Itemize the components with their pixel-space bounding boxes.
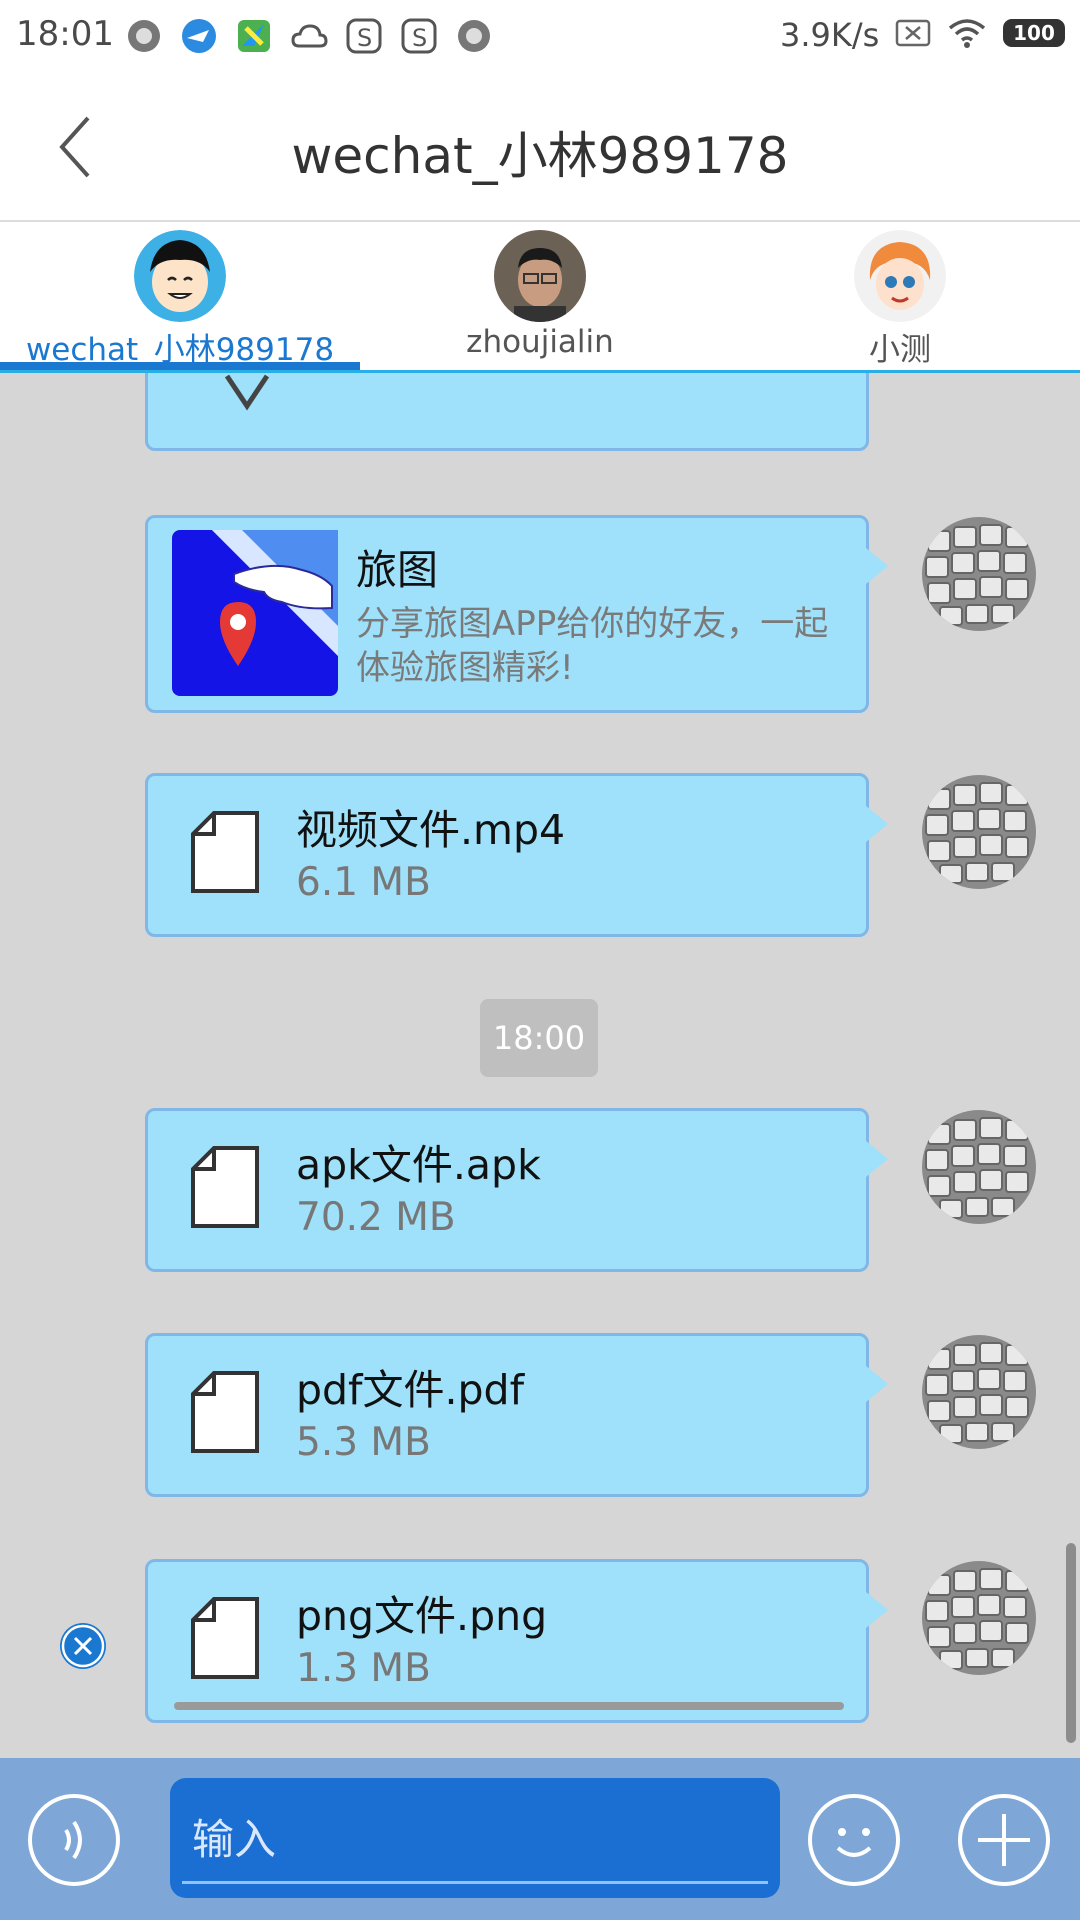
- tab-zhoujialin[interactable]: zhoujialin: [360, 222, 720, 370]
- keyboard-avatar-image: [922, 775, 1036, 889]
- voice-icon: [64, 1820, 82, 1860]
- cartoon-girl-avatar: [854, 230, 946, 322]
- tab-label: zhoujialin: [466, 324, 614, 360]
- keyboard-avatar: [922, 1561, 1036, 1675]
- file-icon: [191, 811, 259, 893]
- wifi-icon: [948, 19, 986, 48]
- sim-icon: [895, 19, 931, 47]
- close-icon: [61, 1624, 105, 1668]
- title-bar: wechat_小林989178: [0, 74, 1080, 222]
- file-name: apk文件.apk: [296, 1141, 541, 1189]
- bubble-tail: [866, 1141, 888, 1177]
- bubble-tail: [866, 548, 888, 584]
- file-name: pdf文件.pdf: [296, 1366, 525, 1414]
- message-input[interactable]: 输入: [170, 1778, 780, 1898]
- input-underline: [182, 1881, 768, 1884]
- file-size: 1.3 MB: [296, 1646, 431, 1691]
- keyboard-avatar: [922, 517, 1036, 631]
- timestamp-label: 18:00: [480, 999, 598, 1077]
- file-icon: [191, 1597, 259, 1679]
- plus-icon: [978, 1814, 1030, 1866]
- file-name: png文件.png: [296, 1592, 548, 1640]
- cartoon-boy-avatar: [134, 230, 226, 322]
- bubble-tail: [866, 1366, 888, 1402]
- keyboard-avatar-image: [922, 1110, 1036, 1224]
- cancel-send-button[interactable]: [60, 1623, 106, 1669]
- svg-text:S: S: [412, 24, 427, 52]
- file-message[interactable]: apk文件.apk 70.2 MB: [145, 1108, 888, 1272]
- contact-tabs: wechat_小林989178 zhoujialin 小测: [0, 222, 1080, 373]
- keyboard-avatar: [922, 1335, 1036, 1449]
- status-time: 18:01: [16, 14, 114, 54]
- share-title: 旅图: [356, 546, 438, 594]
- file-name: 视频文件.mp4: [296, 806, 566, 854]
- bubble-tail: [866, 1592, 888, 1628]
- man-photo-avatar: [494, 230, 586, 322]
- active-tab-indicator: [0, 362, 360, 370]
- status-icons: S S: [124, 14, 494, 58]
- message-bubble-partial[interactable]: [145, 373, 869, 451]
- upload-progress-bar: [174, 1702, 844, 1710]
- message-input-placeholder: 输入: [192, 1815, 277, 1864]
- record-icon: [128, 20, 160, 52]
- svg-text:S: S: [357, 24, 372, 52]
- plane-app-icon: [182, 19, 216, 53]
- file-message-sending[interactable]: png文件.png 1.3 MB: [145, 1559, 888, 1723]
- file-message[interactable]: pdf文件.pdf 5.3 MB: [145, 1333, 888, 1497]
- composer-bar: 输入: [0, 1758, 1080, 1920]
- file-size: 5.3 MB: [296, 1420, 431, 1465]
- keyboard-avatar-image: [922, 1561, 1036, 1675]
- chat-messages[interactable]: 旅图 分享旅图APP给你的好友，一起体验旅图精彩! 视频文件.mp4 6.1 M…: [0, 373, 1080, 1758]
- file-message[interactable]: 视频文件.mp4 6.1 MB: [145, 773, 888, 937]
- more-button[interactable]: [958, 1794, 1050, 1886]
- keyboard-avatar-image: [922, 517, 1036, 631]
- tab-wechat-xiaolin[interactable]: wechat_小林989178: [0, 222, 360, 370]
- bubble-tail: [866, 806, 888, 842]
- share-description: 分享旅图APP给你的好友，一起体验旅图精彩!: [356, 604, 829, 688]
- tab-label: 小测: [869, 332, 931, 368]
- maps-app-icon: [238, 20, 270, 52]
- emoji-button[interactable]: [808, 1794, 900, 1886]
- s-app-icon: S: [401, 18, 437, 54]
- record-icon: [458, 20, 490, 52]
- page-title: wechat_小林989178: [291, 127, 789, 185]
- share-card-message[interactable]: 旅图 分享旅图APP给你的好友，一起体验旅图精彩!: [145, 515, 888, 713]
- battery-level: 100: [1013, 21, 1055, 45]
- file-icon: [191, 1371, 259, 1453]
- smiley-icon: [836, 1828, 872, 1857]
- chat-scrollbar[interactable]: [1066, 1543, 1076, 1743]
- network-speed: 3.9K/s: [780, 16, 880, 54]
- status-bar: 18:01 S S 3.9K/s 100: [0, 0, 1080, 74]
- app-thumbnail: [172, 530, 338, 696]
- file-size: 70.2 MB: [296, 1195, 456, 1240]
- voice-button[interactable]: [28, 1794, 120, 1886]
- s-app-icon: S: [346, 18, 382, 54]
- keyboard-avatar-image: [922, 1335, 1036, 1449]
- cloud-icon: [291, 24, 328, 48]
- status-right: 100: [895, 16, 1065, 50]
- keyboard-avatar: [922, 1110, 1036, 1224]
- battery-icon: 100: [1003, 19, 1065, 47]
- tab-xiaoce[interactable]: 小测: [720, 222, 1080, 370]
- file-size: 6.1 MB: [296, 860, 431, 905]
- keyboard-avatar: [922, 775, 1036, 889]
- file-icon: [191, 1146, 259, 1228]
- chevron-down-icon: [224, 374, 270, 411]
